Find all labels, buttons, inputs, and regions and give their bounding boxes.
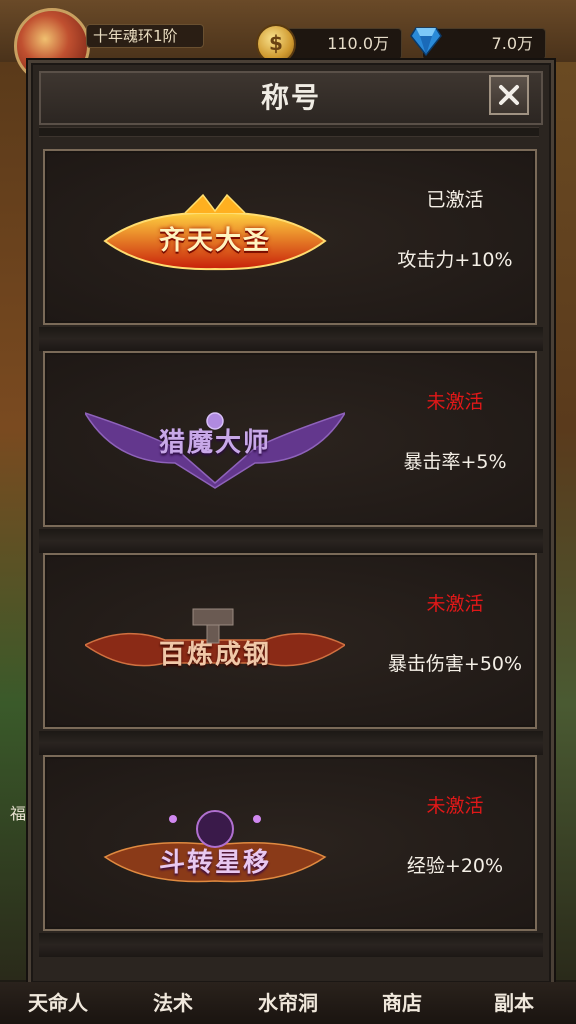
panel-header: 称号 — [39, 71, 543, 125]
coin-icon: $ — [256, 24, 296, 64]
nav-shangdian[interactable]: 商店 — [352, 982, 452, 1024]
title-status: 已激活 — [426, 189, 484, 211]
title-bonus: 暴击伤害+50% — [387, 653, 523, 675]
title-bonus: 攻击力+10% — [397, 249, 513, 271]
bottom-nav: 天命人 法术 水帘洞 商店 副本 — [0, 982, 576, 1024]
title-status: 未激活 — [426, 593, 484, 615]
header-divider — [39, 127, 539, 137]
title-bonus: 暴击率+5% — [403, 451, 507, 473]
title-status: 未激活 — [426, 795, 484, 817]
title-bonus: 经验+20% — [406, 855, 504, 877]
game-screen: 福 十年魂环1阶 110.0万 $ 7.0万 称号 齐天大圣 已激活 攻击力+1… — [0, 0, 576, 1024]
title-badge-text: 猎魔大师 — [158, 428, 271, 458]
title-card-qitian-dasheng[interactable]: 齐天大圣 已激活 攻击力+10% — [43, 149, 537, 325]
title-badge-douzhuan-xingyi: 斗转星移 — [85, 797, 345, 897]
card-separator — [39, 731, 543, 755]
title-card-liemo-dashi[interactable]: 猎魔大师 未激活 暴击率+5% — [43, 351, 537, 527]
close-icon — [499, 85, 519, 105]
nav-tianmingren[interactable]: 天命人 — [8, 982, 108, 1024]
titles-panel: 称号 齐天大圣 已激活 攻击力+10% 猎魔大师 未激活 暴击率+5% 百炼成钢… — [28, 60, 554, 986]
diamond-icon — [410, 26, 442, 57]
title-badge-qitian-dasheng: 齐天大圣 — [85, 191, 345, 291]
title-badge-text: 齐天大圣 — [158, 226, 271, 256]
title-card-bailian-chenggang[interactable]: 百炼成钢 未激活 暴击伤害+50% — [43, 553, 537, 729]
title-badge-liemo-dashi: 猎魔大师 — [85, 393, 345, 493]
title-badge-text: 百炼成钢 — [158, 640, 271, 670]
title-status: 未激活 — [426, 391, 484, 413]
card-separator — [39, 933, 543, 957]
card-separator — [39, 529, 543, 553]
close-button[interactable] — [489, 75, 529, 115]
nav-fashu[interactable]: 法术 — [123, 982, 223, 1024]
rank-label: 十年魂环1阶 — [86, 24, 204, 48]
panel-title: 称号 — [260, 81, 321, 114]
background-side-text: 福 — [10, 804, 27, 823]
nav-fuben[interactable]: 副本 — [464, 982, 564, 1024]
resource-bar: 十年魂环1阶 110.0万 $ 7.0万 — [0, 0, 576, 84]
title-badge-bailian-chenggang: 百炼成钢 — [85, 595, 345, 695]
card-separator — [39, 327, 543, 351]
nav-shuiliandong[interactable]: 水帘洞 — [238, 982, 338, 1024]
title-badge-text: 斗转星移 — [158, 848, 271, 878]
title-card-douzhuan-xingyi[interactable]: 斗转星移 未激活 经验+20% — [43, 755, 537, 931]
